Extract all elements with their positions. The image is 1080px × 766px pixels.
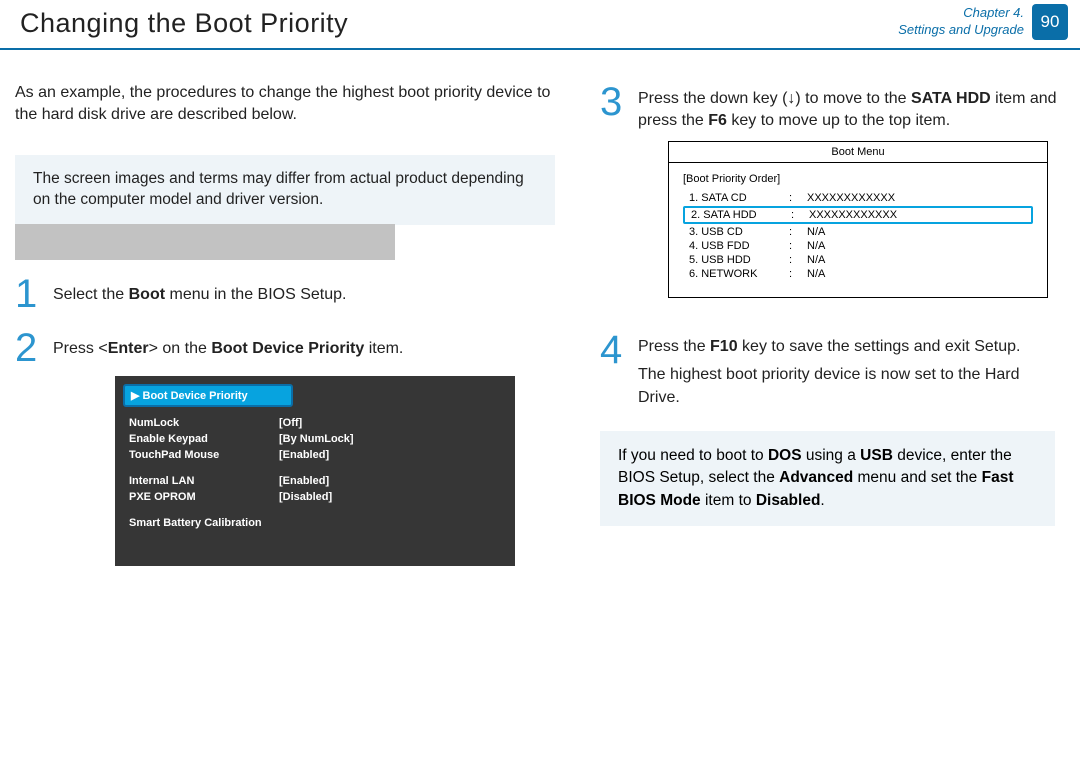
boot-row-selected: 2. SATA HDD:XXXXXXXXXXXX <box>683 206 1033 224</box>
boot-row: 3. USB CD:N/A <box>683 225 1033 239</box>
bios-row: Internal LAN[Enabled] <box>123 473 507 489</box>
boot-row: 4. USB FDD:N/A <box>683 239 1033 253</box>
page-header: Changing the Boot Priority Chapter 4. Se… <box>0 0 1080 50</box>
step1-text: Select the Boot menu in the BIOS Setup. <box>53 274 346 306</box>
step-number: 1 <box>15 274 41 314</box>
step-2: 2 Press <Enter> on the Boot Device Prior… <box>15 328 575 368</box>
step-number: 3 <box>600 82 626 122</box>
left-column: As an example, the procedures to change … <box>15 82 575 566</box>
chapter-line1: Chapter 4. <box>898 5 1024 22</box>
step-3: 3 Press the down key (↓) to move to the … <box>600 82 1065 133</box>
step3-text: Press the down key (↓) to move to the SA… <box>638 82 1065 133</box>
tip-box: If you need to boot to DOS using a USB d… <box>600 431 1055 526</box>
bios-boot-device-priority: ▶ Boot Device Priority <box>123 384 293 407</box>
bios-screenshot: ▶ Boot Device Priority NumLock[Off] Enab… <box>115 376 515 566</box>
step-number: 4 <box>600 330 626 370</box>
chapter-text: Chapter 4. Settings and Upgrade <box>898 5 1024 39</box>
bios-row: TouchPad Mouse[Enabled] <box>123 447 507 463</box>
chapter-line2: Settings and Upgrade <box>898 22 1024 39</box>
bios-row: PXE OPROM[Disabled] <box>123 489 507 505</box>
boot-menu-box: Boot Menu [Boot Priority Order] 1. SATA … <box>668 141 1048 298</box>
bios-footer: Smart Battery Calibration <box>123 515 507 531</box>
boot-row: 1. SATA CD:XXXXXXXXXXXX <box>683 191 1033 205</box>
step4-text: Press the F10 key to save the settings a… <box>638 330 1065 409</box>
step-number: 2 <box>15 328 41 368</box>
step2-text: Press <Enter> on the Boot Device Priorit… <box>53 328 403 360</box>
intro-text: As an example, the procedures to change … <box>15 82 575 125</box>
bios-row: NumLock[Off] <box>123 415 507 431</box>
bios-row: Enable Keypad[By NumLock] <box>123 431 507 447</box>
chapter-block: Chapter 4. Settings and Upgrade 90 <box>898 4 1068 40</box>
step-4: 4 Press the F10 key to save the settings… <box>600 330 1065 409</box>
boot-menu-subtitle: [Boot Priority Order] <box>683 173 1033 185</box>
boot-row: 6. NETWORK:N/A <box>683 267 1033 281</box>
boot-menu-title: Boot Menu <box>669 142 1047 163</box>
boot-menu-body: [Boot Priority Order] 1. SATA CD:XXXXXXX… <box>669 163 1047 297</box>
note-box: The screen images and terms may differ f… <box>15 155 555 225</box>
right-column: 3 Press the down key (↓) to move to the … <box>600 82 1065 526</box>
note-gray-block <box>15 224 395 260</box>
step-1: 1 Select the Boot menu in the BIOS Setup… <box>15 274 575 314</box>
boot-row: 5. USB HDD:N/A <box>683 253 1033 267</box>
page-number-badge: 90 <box>1032 4 1068 40</box>
